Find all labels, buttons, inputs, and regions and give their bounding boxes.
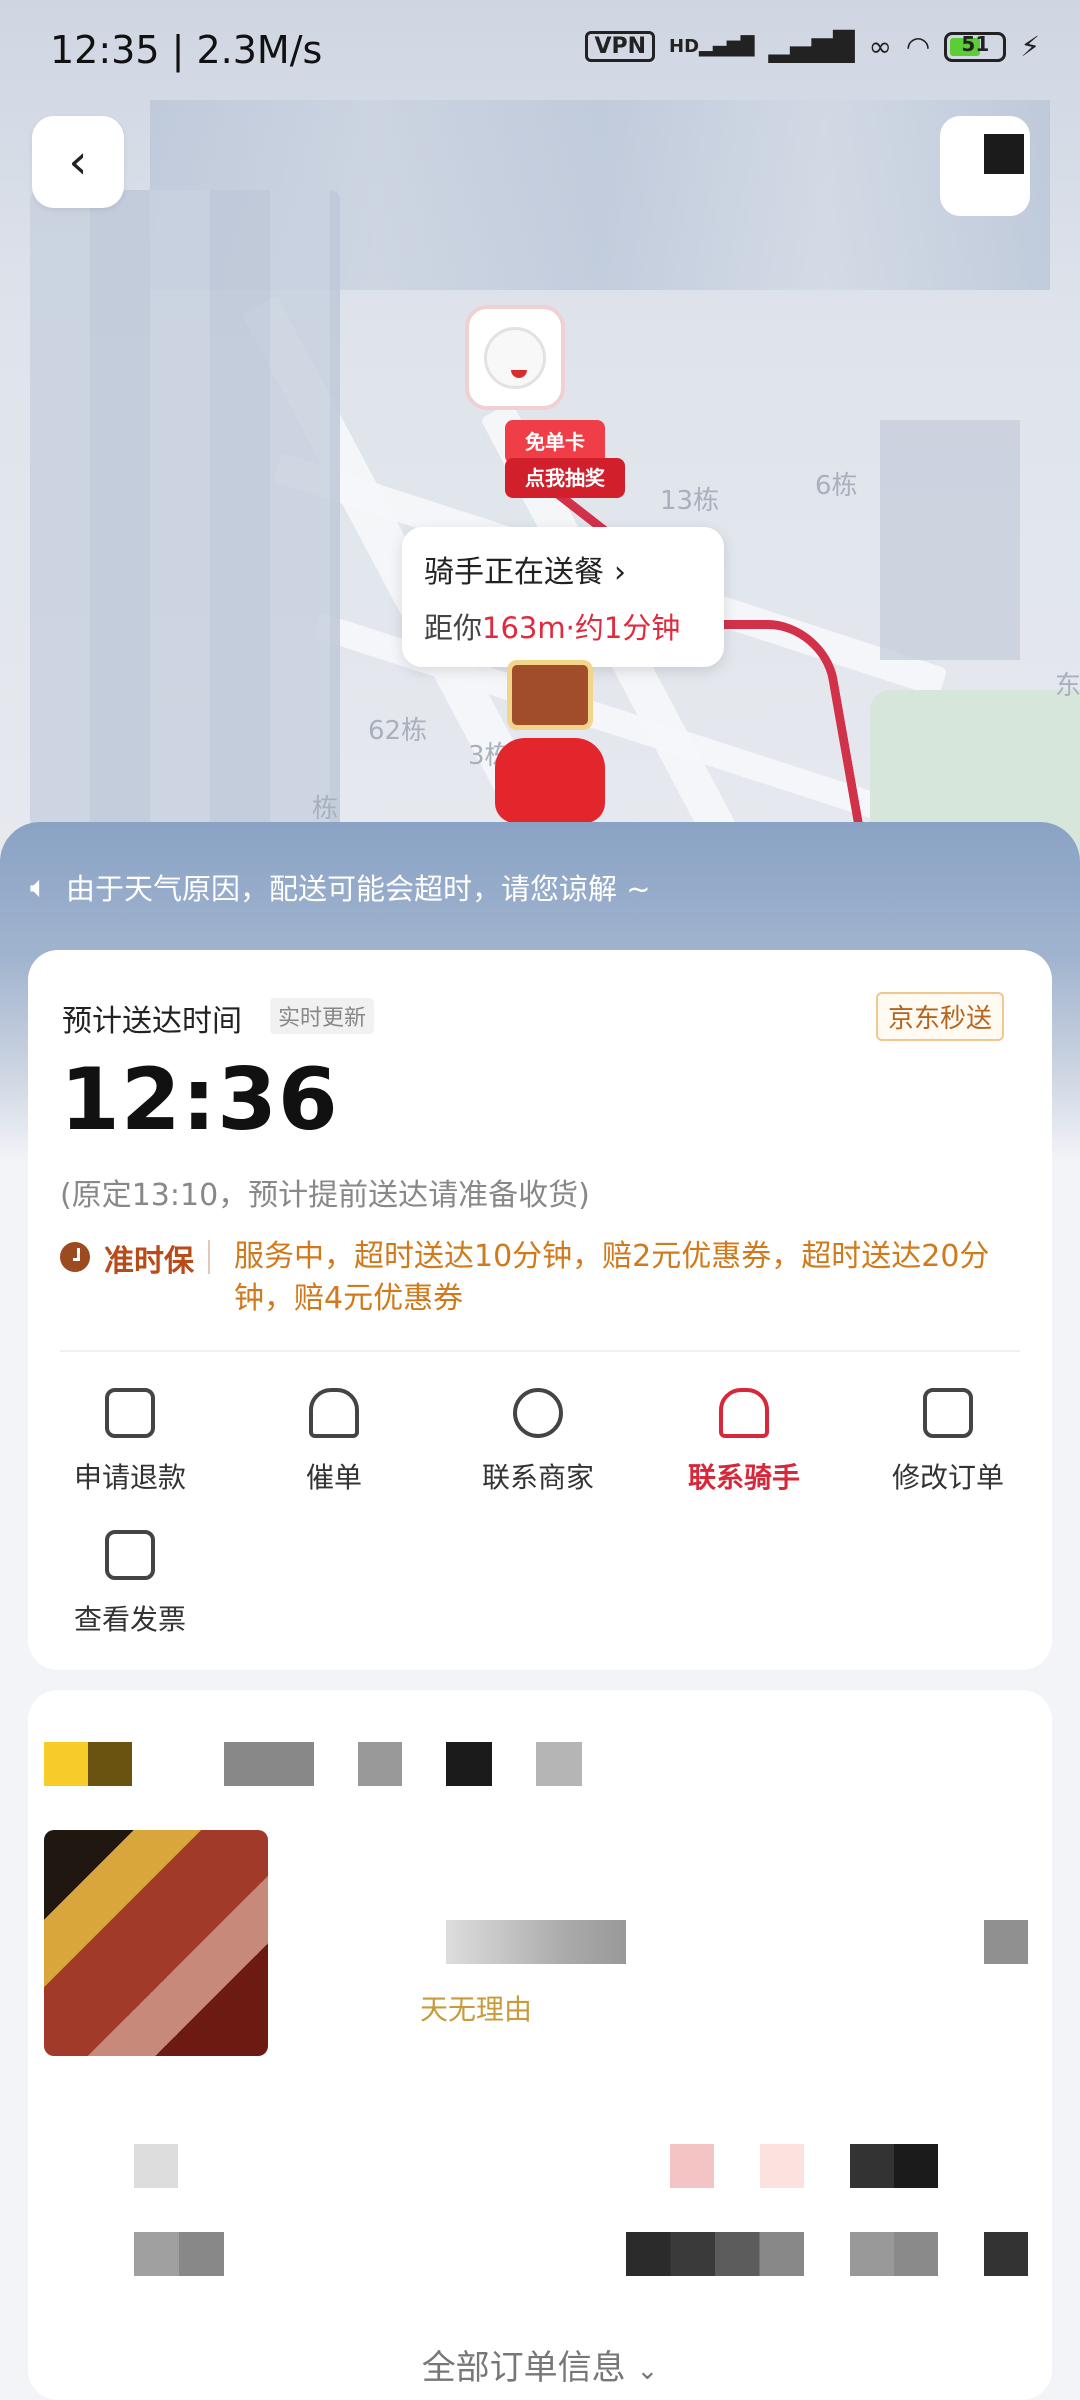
- action-label: 查看发票: [73, 1603, 186, 1636]
- blurred-map-region: [880, 420, 1020, 660]
- original-time-note: (原定13:10，预计提前送达请准备收货): [60, 1178, 590, 1213]
- map-label: 6栋: [815, 471, 858, 501]
- chevron-left-icon: ‹: [68, 134, 88, 190]
- divider: [60, 1350, 1020, 1352]
- charging-icon: ⚡: [1020, 30, 1040, 63]
- guarantee-text: 服务中，超时送达10分钟，赔2元优惠券，超时送达20分钟，赔4元优惠券: [234, 1239, 990, 1316]
- edit-order-icon: [923, 1388, 973, 1438]
- hotspot-icon: ∞: [868, 30, 892, 63]
- map-label: 栋: [312, 794, 339, 824]
- lottery-button[interactable]: 点我抽奖: [505, 458, 625, 498]
- action-label: 联系骑手: [687, 1461, 800, 1494]
- view-invoice-button[interactable]: 查看发票: [30, 1530, 230, 1638]
- rider-helmet-icon: [719, 1388, 769, 1438]
- urge-order-button[interactable]: 催单: [234, 1388, 434, 1496]
- chevron-down-icon: ⌄: [636, 2356, 659, 2386]
- share-button[interactable]: [940, 116, 1030, 216]
- share-icon: [984, 134, 1024, 174]
- all-order-info-label: 全部订单信息: [421, 2348, 626, 2388]
- map-label: 13栋: [660, 486, 720, 516]
- food-thumbnail: [507, 660, 593, 730]
- contact-rider-button[interactable]: 联系骑手: [644, 1388, 844, 1496]
- clock-icon: [60, 1242, 90, 1272]
- action-label: 联系商家: [481, 1461, 594, 1494]
- status-icons: VPN HD▂▄▆█ ▂▄▆█ ∞ ◠ 51 ⚡: [585, 30, 1040, 63]
- realtime-badge: 实时更新: [270, 998, 375, 1034]
- rider-status-bubble[interactable]: 骑手正在送餐 › 距你163m·约1分钟: [402, 527, 724, 667]
- service-badge: 京东秒送: [876, 992, 1005, 1041]
- delivery-map[interactable]: 13栋 62栋 3栋 6栋 栋 东 免单卡 点我抽奖 骑手正在送餐 › 距你163…: [0, 0, 1080, 860]
- chevron-right-icon: ›: [614, 555, 626, 590]
- guarantee-label: 准时保: [104, 1244, 194, 1279]
- all-order-info-toggle[interactable]: 全部订单信息 ⌄: [0, 2340, 1080, 2389]
- eta-label: 预计送达时间: [62, 1004, 242, 1039]
- return-policy-text: 天无理由: [420, 1993, 533, 2026]
- edit-order-button[interactable]: 修改订单: [848, 1388, 1048, 1496]
- refund-icon: [105, 1388, 155, 1438]
- rider-marker[interactable]: [495, 660, 605, 830]
- merchant-mascot-marker[interactable]: [465, 305, 565, 410]
- speaker-icon: 🔈︎: [30, 869, 48, 905]
- contact-merchant-button[interactable]: 联系商家: [438, 1388, 638, 1496]
- wifi-icon: ◠: [905, 30, 931, 63]
- signal-icon: ▂▄▆█: [768, 30, 855, 63]
- rider-status-title: 骑手正在送餐: [424, 555, 604, 590]
- product-thumbnail: [44, 1830, 268, 2056]
- scooter-icon: [495, 738, 605, 823]
- status-bar: 12:35 | 2.3M/s VPN HD▂▄▆█ ▂▄▆█ ∞ ◠ 51 ⚡: [0, 0, 1080, 100]
- mascot-icon: [484, 326, 546, 389]
- refund-button[interactable]: 申请退款: [30, 1388, 230, 1496]
- invoice-icon: [105, 1530, 155, 1580]
- eta-time: 12:36: [60, 1050, 339, 1150]
- distance-value: 163m·约1分钟: [482, 611, 681, 645]
- action-label: 申请退款: [73, 1461, 186, 1494]
- map-label: 东: [1055, 671, 1080, 701]
- on-time-guarantee[interactable]: 准时保: [60, 1236, 210, 1280]
- delay-notice: 🔈︎ 由于天气原因，配送可能会超时，请您谅解 ~: [30, 866, 651, 908]
- blurred-map-region: [30, 190, 340, 830]
- battery-icon: 51: [944, 31, 1007, 62]
- action-label: 修改订单: [891, 1461, 1004, 1494]
- vpn-icon: VPN: [585, 31, 656, 62]
- signal-icon: HD▂▄▆█: [669, 36, 755, 57]
- action-label: 催单: [305, 1461, 362, 1494]
- divider: [208, 1240, 210, 1274]
- distance-prefix: 距你: [424, 611, 483, 645]
- merchant-chat-icon: [513, 1388, 563, 1438]
- status-time: 12:35 | 2.3M/s: [50, 28, 323, 72]
- bell-icon: [309, 1388, 359, 1438]
- delay-notice-text: 由于天气原因，配送可能会超时，请您谅解 ~: [66, 872, 651, 906]
- back-button[interactable]: ‹: [32, 116, 124, 208]
- map-label: 62栋: [368, 716, 428, 746]
